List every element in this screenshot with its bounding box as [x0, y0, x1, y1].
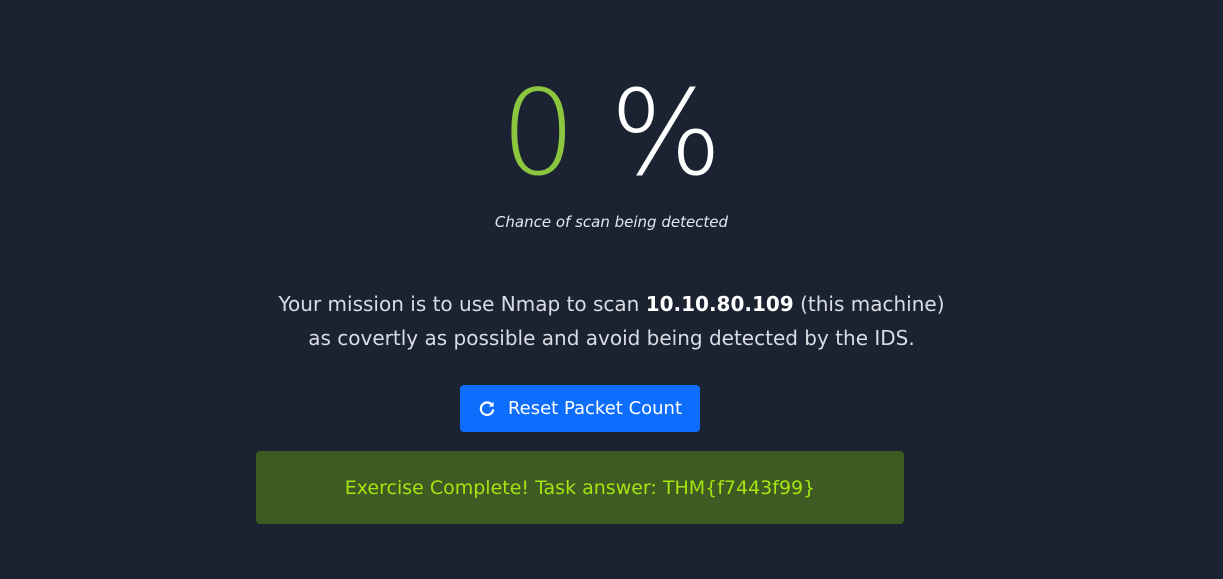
reset-button-label: Reset Packet Count — [507, 398, 683, 419]
target-ip: 10.10.80.109 — [645, 292, 794, 316]
ids-exercise-page: 0% Chance of scan being detected Your mi… — [0, 0, 1223, 579]
mission-line1-suffix: (this machine) — [793, 292, 945, 316]
detection-percent-value: 0 — [500, 64, 576, 202]
refresh-icon — [478, 400, 496, 418]
detection-percent-sign: % — [609, 64, 723, 202]
reset-packet-count-button[interactable]: Reset Packet Count — [460, 385, 700, 432]
detection-chance-display: 0% — [0, 74, 1223, 192]
task-answer-text: Exercise Complete! Task answer: THM{f744… — [344, 476, 816, 499]
mission-line1-prefix: Your mission is to use Nmap to scan — [278, 292, 646, 316]
mission-text: Your mission is to use Nmap to scan 10.1… — [0, 287, 1223, 355]
detection-caption: Chance of scan being detected — [494, 213, 729, 231]
exercise-complete-alert: Exercise Complete! Task answer: THM{f744… — [256, 451, 904, 524]
mission-line2: as covertly as possible and avoid being … — [308, 326, 915, 350]
